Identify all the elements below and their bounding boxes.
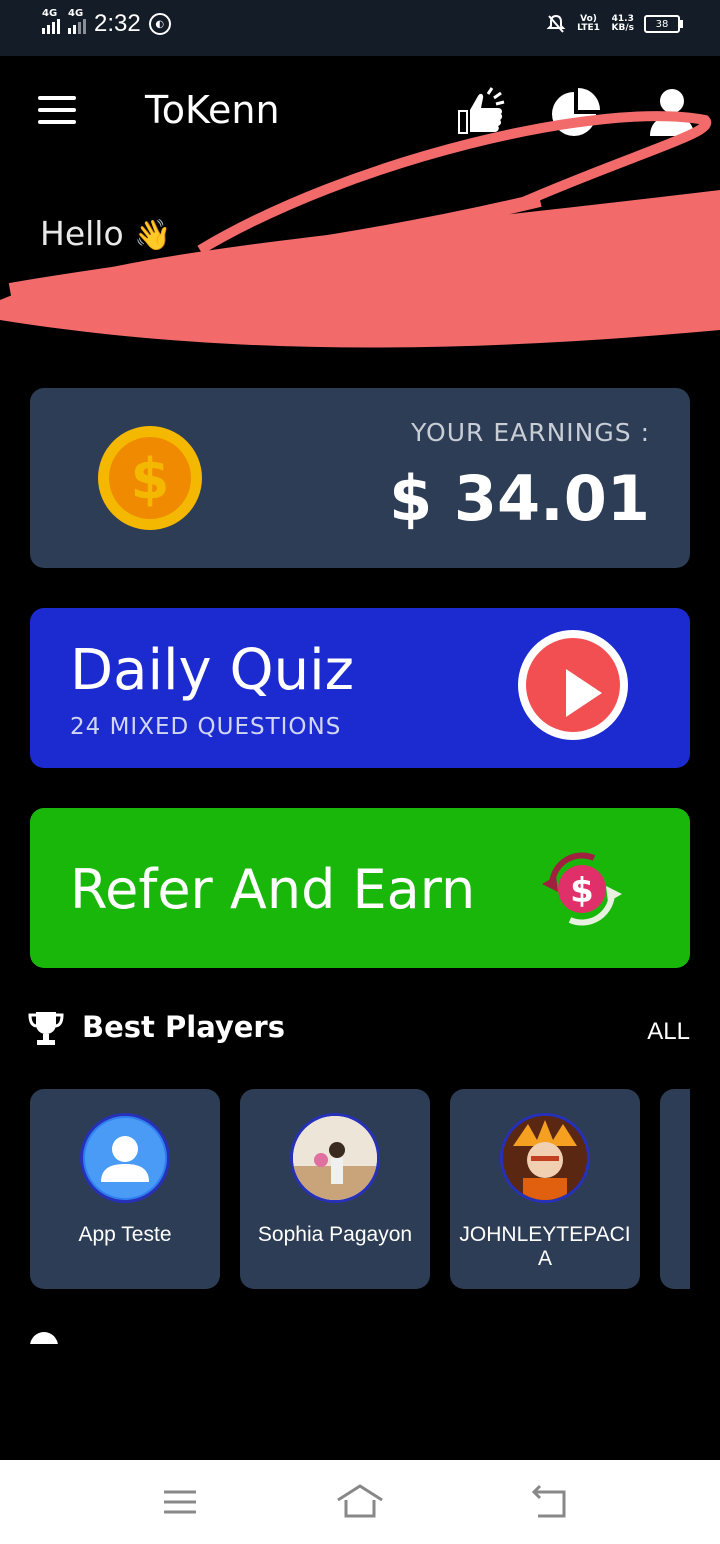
network-type-1: 4G <box>42 8 58 19</box>
recent-apps-icon[interactable] <box>160 1482 200 1522</box>
app-title: ToKenn <box>145 88 280 132</box>
network-type-2: 4G <box>68 8 84 19</box>
refer-title: Refer And Earn <box>70 858 476 921</box>
network-speed: 41.3 KB/s <box>611 14 634 33</box>
thumbs-up-icon[interactable] <box>454 86 506 138</box>
trophy-icon <box>28 1012 64 1045</box>
menu-icon[interactable] <box>38 96 76 124</box>
daily-quiz-card[interactable]: Daily Quiz 24 MIXED QUESTIONS <box>30 608 690 768</box>
earnings-card: $ YOUR EARNINGS : $ 34.01 <box>30 388 690 568</box>
daily-quiz-subtitle: 24 MIXED QUESTIONS <box>70 714 342 740</box>
back-icon[interactable] <box>530 1482 570 1522</box>
svg-text:$: $ <box>570 871 594 911</box>
play-button[interactable] <box>518 630 628 740</box>
next-section-header-partial <box>30 1328 360 1344</box>
player-name: App Teste <box>78 1223 172 1246</box>
player-name: Sophia Pagayon <box>257 1223 413 1246</box>
refer-and-earn-card[interactable]: Refer And Earn $ <box>30 808 690 968</box>
home-icon[interactable] <box>336 1482 384 1522</box>
pie-chart-icon[interactable] <box>550 86 602 138</box>
svg-text:$: $ <box>131 447 170 512</box>
status-bar: 4G 4G 2:32 ◐ Vo) LTE1 41.3 KB/s 38 <box>0 0 720 56</box>
player-card[interactable]: App Teste <box>30 1089 220 1289</box>
wave-emoji: 👋 <box>134 218 172 253</box>
greeting: Hello 👋 <box>40 214 172 253</box>
volte-indicator: Vo) LTE1 <box>577 14 600 33</box>
view-all-link[interactable]: ALL <box>647 1018 690 1046</box>
avatar <box>290 1113 380 1203</box>
play-icon <box>566 669 602 717</box>
greeting-text: Hello <box>40 214 124 253</box>
best-players-title: Best Players <box>82 1010 285 1044</box>
data-saver-icon: ◐ <box>148 13 171 35</box>
daily-quiz-title: Daily Quiz <box>70 638 355 703</box>
user-icon[interactable] <box>646 86 698 138</box>
player-name: JOHNLEYTEPACIA <box>459 1223 631 1270</box>
signal-icon: 4G <box>42 8 60 34</box>
avatar <box>500 1113 590 1203</box>
money-exchange-icon: $ <box>542 852 622 926</box>
earnings-value: $ 34.01 <box>389 462 650 535</box>
clock: 2:32 <box>94 10 141 37</box>
system-nav-bar <box>0 1460 720 1544</box>
battery-icon: 38 <box>644 15 683 33</box>
player-card-partial[interactable] <box>660 1089 690 1289</box>
mute-notifications-icon <box>546 14 565 33</box>
player-card[interactable]: JOHNLEYTEPACIA <box>450 1089 640 1289</box>
signal-icon-2: 4G <box>68 8 86 34</box>
player-card[interactable]: Sophia Pagayon <box>240 1089 430 1289</box>
avatar <box>80 1113 170 1203</box>
earnings-label: YOUR EARNINGS : <box>411 418 650 447</box>
coin-icon: $ <box>98 426 202 530</box>
